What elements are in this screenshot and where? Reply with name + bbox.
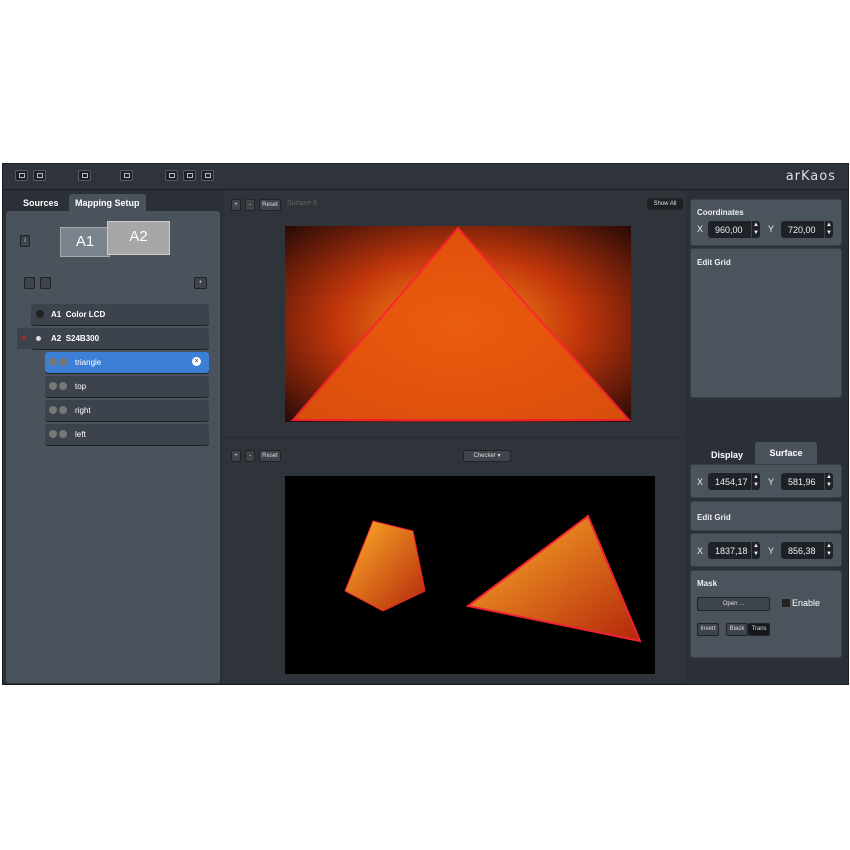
tab-surface[interactable]: Surface [755,442,817,464]
invert-button[interactable]: Invert [697,623,719,636]
show-all-button[interactable]: Show All [647,198,683,210]
fullscreen-icon[interactable] [120,170,133,181]
position-box: X 1454,17 ▲ ▼ Y 581,96 ▲ ▼ [690,464,842,498]
enable-checkbox[interactable] [781,598,791,608]
x-field[interactable]: 960,00 ▲ ▼ [708,221,760,238]
mapping-panel: i A1 A2 + [6,211,220,683]
zoom-out-button[interactable]: - [245,450,255,462]
edit-grid-box: Edit Grid [690,501,842,531]
tab-sources[interactable]: Sources [17,194,65,212]
output-row-a2[interactable]: A2 S24B300 [31,328,209,349]
toolbar: arKaos [3,164,848,190]
trans-button[interactable]: Trans [748,623,770,636]
info-button[interactable]: i [20,235,30,247]
edit-icon[interactable] [201,170,214,181]
zoom-out-button[interactable]: - [245,199,255,211]
select-icon[interactable] [165,170,178,181]
move-icon[interactable] [183,170,196,181]
y-field[interactable]: 720,00 ▲ ▼ [781,221,833,238]
output-view: + - Reset Surface 8 Show All [223,191,686,436]
x-field[interactable]: 1454,17 ▲ ▼ [708,473,760,490]
expand-icon[interactable]: ▼ [17,328,31,349]
add-surface-button[interactable]: + [194,277,207,289]
zoom-in-button[interactable]: + [231,199,241,211]
undo-icon[interactable] [78,170,91,181]
layout-icon[interactable] [15,170,28,181]
tab-mapping-setup[interactable]: Mapping Setup [69,194,146,212]
edit-grid-box: Edit Grid [690,248,842,398]
output-row-a1[interactable]: A1 Color LCD [31,304,209,325]
surface-row-top[interactable]: top [45,376,209,397]
surface-preview[interactable] [285,476,655,674]
surface-view: + - Reset Checker ▾ [223,439,686,683]
reset-button[interactable]: Reset [259,450,281,462]
output-a2[interactable]: A2 [107,221,170,255]
layout2-icon[interactable] [33,170,46,181]
grid-y-field[interactable]: 856,38 ▲ ▼ [781,542,833,559]
add-output-button[interactable] [24,277,35,289]
remove-output-button[interactable] [40,277,51,289]
open-mask-button[interactable]: Open ... [697,597,770,611]
black-button[interactable]: Black [726,623,748,636]
surface-row-right[interactable]: right [45,400,209,421]
enable-label: Enable [792,598,821,608]
output-preview[interactable] [285,226,631,422]
logo: arKaos [785,169,836,184]
reset-button[interactable]: Reset [259,199,281,211]
coordinates-box: Coordinates X 960,00 ▲ ▼ Y 720,00 ▲ ▼ [690,199,842,246]
mask-box: Mask Open ... Enable Invert Black Trans [690,570,842,658]
close-icon[interactable]: × [192,357,201,366]
zoom-in-button[interactable]: + [231,450,241,462]
surface-row-left[interactable]: left [45,424,209,445]
grid-position-box: X 1837,18 ▲ ▼ Y 856,38 ▲ ▼ [690,533,842,567]
mode-select[interactable]: Checker ▾ [463,450,511,462]
app-window: arKaos Sources Mapping Setup i A1 A2 + A… [2,163,849,685]
output-a1[interactable]: A1 [60,227,110,257]
y-field[interactable]: 581,96 ▲ ▼ [781,473,833,490]
surface-row-triangle[interactable]: triangle × [45,352,209,373]
surface-label: Surface 8 [287,200,317,207]
tab-display[interactable]: Display [705,446,749,464]
grid-x-field[interactable]: 1837,18 ▲ ▼ [708,542,760,559]
